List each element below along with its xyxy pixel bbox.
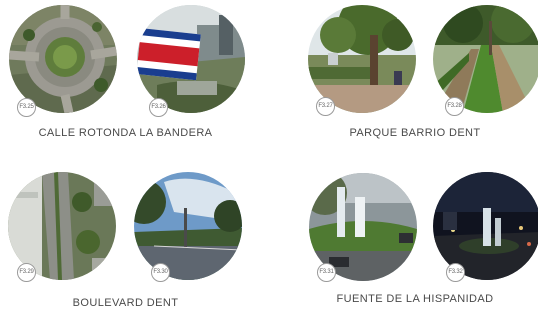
photo-label-badge: F3.27 — [316, 97, 335, 116]
photo-f328-park-path — [433, 5, 538, 113]
photo-label-badge: F3.25 — [17, 98, 36, 117]
photo-label-badge: F3.32 — [446, 263, 465, 282]
caption-parque-barrio-dent: PARQUE BARRIO DENT — [349, 127, 481, 139]
photo-label-badge: F3.29 — [17, 263, 36, 282]
photo-label-badge: F3.26 — [149, 98, 168, 117]
photo-f332-fountain-night — [433, 172, 538, 280]
photo-f326-flag — [137, 5, 245, 113]
caption-fuente-de-la-hispanidad: FUENTE DE LA HISPANIDAD — [336, 293, 494, 305]
photo-label-badge: F3.30 — [151, 263, 170, 282]
photo-label-badge: F3.31 — [317, 263, 336, 282]
caption-boulevard-dent: BOULEVARD DENT — [72, 297, 179, 309]
photo-label-badge: F3.28 — [445, 97, 464, 116]
caption-calle-rotonda-la-bandera: CALLE ROTONDA LA BANDERA — [38, 127, 213, 139]
photo-f325-roundabout — [9, 5, 117, 113]
photo-f330-avenue-sky — [134, 172, 242, 280]
